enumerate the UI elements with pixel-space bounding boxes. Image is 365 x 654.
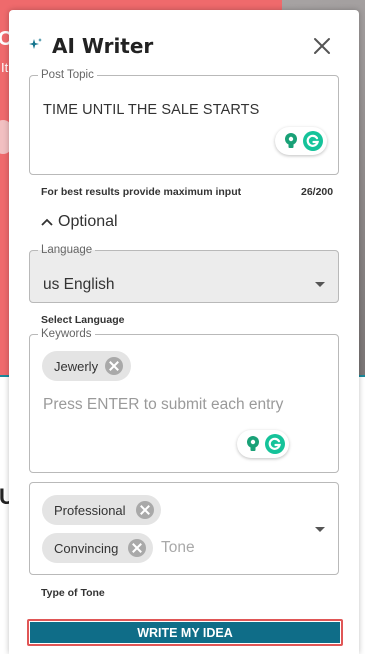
grammarly-icon[interactable] — [264, 433, 286, 455]
lightbulb-icon[interactable] — [281, 131, 301, 151]
keyword-chip-label: Jewerly — [54, 358, 99, 374]
keywords-writing-tools — [237, 430, 289, 458]
character-counter: 26/200 — [301, 186, 334, 198]
post-topic-field[interactable]: Post Topic TIME UNTIL THE SALE STARTS — [29, 69, 339, 175]
language-helper-text: Select Language — [41, 314, 125, 326]
remove-chip-icon[interactable] — [128, 539, 146, 557]
close-icon[interactable] — [312, 36, 332, 56]
submit-button-outline: WRITE MY IDEA — [27, 619, 343, 646]
panel-header: AI Writer — [9, 10, 359, 68]
post-topic-value[interactable]: TIME UNTIL THE SALE STARTS — [43, 102, 259, 118]
lightbulb-icon[interactable] — [243, 434, 263, 454]
keyword-chip: Jewerly — [42, 351, 131, 381]
optional-toggle[interactable]: Optional — [41, 213, 118, 231]
sparkle-icon — [29, 38, 42, 49]
ai-writer-panel: AI Writer Post Topic TIME UNTIL THE SALE… — [9, 10, 359, 654]
tone-chip-label: Professional — [54, 502, 126, 518]
remove-chip-icon[interactable] — [105, 357, 123, 375]
tone-select[interactable]: Professional Convincing Tone — [29, 482, 339, 575]
tone-input[interactable]: Tone — [161, 539, 195, 557]
post-topic-hint: For best results provide maximum input — [41, 186, 242, 198]
tone-chip: Professional — [42, 495, 161, 525]
tone-chip: Convincing — [42, 533, 153, 563]
dropdown-arrow-icon[interactable] — [315, 527, 325, 532]
topic-writing-tools — [275, 127, 327, 155]
chevron-up-icon — [41, 218, 53, 226]
language-select[interactable]: Language us English — [29, 244, 339, 303]
keywords-legend: Keywords — [41, 328, 92, 340]
post-topic-legend: Post Topic — [41, 69, 94, 81]
optional-label: Optional — [58, 213, 118, 230]
keywords-field[interactable]: Keywords Jewerly Press ENTER to submit e… — [29, 328, 339, 473]
panel-title: AI Writer — [52, 34, 154, 58]
remove-chip-icon[interactable] — [136, 501, 154, 519]
write-my-idea-button[interactable]: WRITE MY IDEA — [30, 622, 340, 643]
background-text-fragment: It — [1, 60, 9, 75]
tone-chip-label: Convincing — [54, 540, 119, 556]
language-value: us English — [43, 276, 115, 293]
dropdown-arrow-icon — [315, 282, 325, 287]
language-legend: Language — [41, 244, 93, 256]
grammarly-icon[interactable] — [302, 130, 324, 152]
tone-helper-text: Type of Tone — [41, 587, 105, 599]
keywords-input[interactable]: Press ENTER to submit each entry — [43, 396, 283, 414]
